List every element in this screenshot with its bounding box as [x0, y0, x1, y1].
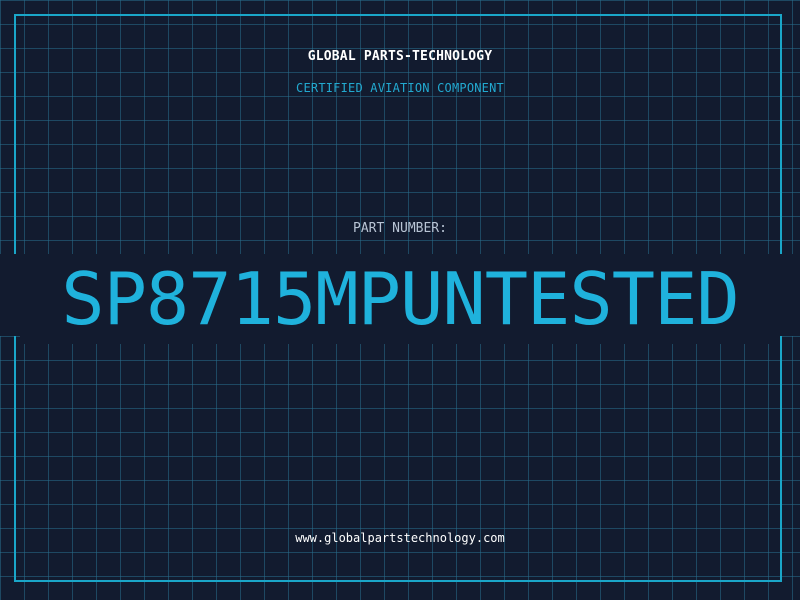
part-number-label: PART NUMBER: [353, 221, 447, 236]
company-name: GLOBAL PARTS-TECHNOLOGY [307, 49, 493, 64]
part-number-value: SP8715MPUNTESTED [20, 254, 780, 344]
label-canvas: GLOBAL PARTS-TECHNOLOGY CERTIFIED AVIATI… [0, 0, 800, 600]
certification-subtitle: CERTIFIED AVIATION COMPONENT [296, 81, 504, 95]
website-link[interactable]: www.globalpartstechnology.com [0, 531, 800, 545]
